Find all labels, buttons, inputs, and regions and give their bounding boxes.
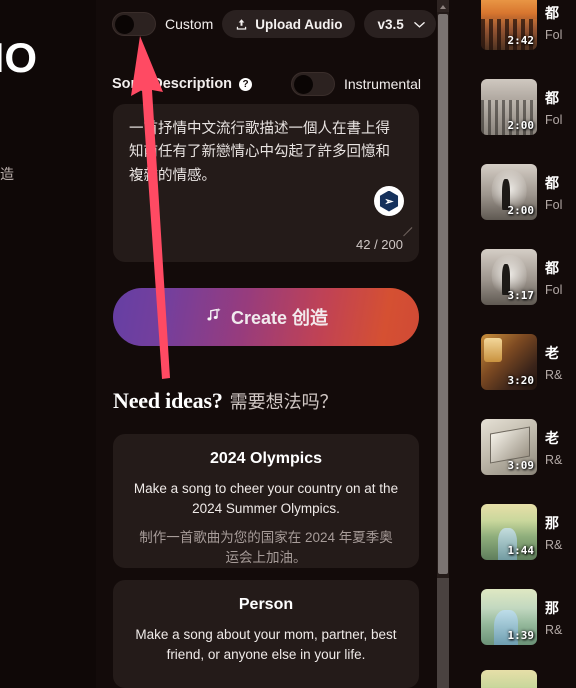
- idea-card-title: Person: [238, 596, 294, 613]
- instrumental-toggle[interactable]: [290, 72, 335, 96]
- song-meta: 老 R&: [545, 343, 576, 382]
- song-list-item[interactable]: 2:00 都 Fol: [481, 164, 576, 220]
- scrollbar-thumb[interactable]: [438, 14, 448, 574]
- song-thumbnail[interactable]: 1:39: [481, 589, 537, 645]
- song-title: 老: [545, 344, 559, 361]
- song-meta: 都 Fol: [545, 173, 576, 212]
- idea-card-olympics[interactable]: 2024 Olympics Make a song to cheer your …: [113, 434, 419, 568]
- grammarly-glyph: ➢: [379, 190, 399, 212]
- song-list-item[interactable]: 2:00 都 Fol: [481, 79, 576, 135]
- upload-audio-button[interactable]: Upload Audio: [222, 10, 356, 38]
- song-thumbnail[interactable]: 3:17: [481, 249, 537, 305]
- song-list-item[interactable]: 3:20 老 R&: [481, 334, 576, 390]
- song-duration: 1:44: [507, 544, 535, 557]
- song-title: 都: [545, 174, 559, 191]
- create-button[interactable]: Create 创造: [113, 288, 419, 346]
- song-style: Fol: [545, 282, 563, 297]
- need-ideas-label-en: Need ideas?: [113, 388, 223, 413]
- grammarly-badge-icon[interactable]: ➢: [374, 186, 404, 216]
- song-list-item[interactable]: [481, 670, 537, 688]
- song-list-item[interactable]: 1:44 那 R&: [481, 504, 576, 560]
- song-description-input[interactable]: 一首抒情中文流行歌描述一個人在書上得知前任有了新戀情心中勾起了許多回憶和複雜的情…: [113, 104, 419, 262]
- song-thumbnail[interactable]: 3:09: [481, 419, 537, 475]
- help-circle-icon[interactable]: ?: [239, 77, 253, 91]
- song-title: 那: [545, 514, 559, 531]
- need-ideas-heading: Need ideas? 需要想法吗？: [113, 388, 338, 414]
- character-counter: 42 / 200: [356, 237, 403, 252]
- song-duration: 2:42: [507, 34, 535, 47]
- song-meta: 老 R&: [545, 428, 576, 467]
- song-list-item[interactable]: 3:09 老 R&: [481, 419, 576, 475]
- song-title: 都: [545, 89, 559, 106]
- song-style: R&: [545, 452, 563, 467]
- song-list-item[interactable]: 1:39 那 R&: [481, 589, 576, 645]
- song-thumbnail[interactable]: 2:00: [481, 79, 537, 135]
- song-duration: 1:39: [507, 629, 535, 642]
- song-list-item[interactable]: 3:17 都 Fol: [481, 249, 576, 305]
- song-thumbnail[interactable]: 1:44: [481, 504, 537, 560]
- song-style: Fol: [545, 27, 563, 42]
- scrollbar-track-lower[interactable]: [437, 578, 449, 688]
- song-style: R&: [545, 622, 563, 637]
- song-meta: 都 Fol: [545, 88, 576, 127]
- song-title: 那: [545, 599, 559, 616]
- song-list-panel: 2:42 都 Fol 2:00 都 Fol 2:00 都 Fol 3:17 都 …: [449, 0, 576, 688]
- thumbnail-art: [481, 670, 537, 688]
- idea-card-description: Make a song to cheer your country on at …: [133, 481, 399, 516]
- song-duration: 2:00: [507, 204, 535, 217]
- toggle-knob: [115, 15, 134, 34]
- song-duration: 3:17: [507, 289, 535, 302]
- song-list-item[interactable]: 2:42 都 Fol: [481, 0, 576, 50]
- song-description-label: Song Description: [112, 76, 233, 92]
- upload-icon: [235, 18, 248, 31]
- chevron-down-icon: [413, 17, 425, 32]
- resize-grip-icon[interactable]: [400, 216, 413, 237]
- custom-mode-toggle[interactable]: [112, 12, 156, 36]
- need-ideas-label-zh: 需要想法吗？: [229, 392, 338, 412]
- suno-logo-cut: NO: [0, 34, 37, 81]
- idea-card-description: Make a song about your mom, partner, bes…: [135, 627, 397, 662]
- model-version-select[interactable]: v3.5: [364, 10, 436, 38]
- create-button-label: Create 创造: [230, 308, 329, 328]
- song-title: 老: [545, 429, 559, 446]
- custom-mode-label: Custom: [165, 16, 214, 32]
- left-nav-sliver: NO 创造: [0, 0, 96, 688]
- song-description-header: Song Description ? Instrumental: [112, 72, 421, 96]
- song-meta: 那 R&: [545, 598, 576, 637]
- song-style: Fol: [545, 197, 563, 212]
- music-note-sparkle-icon: [204, 306, 222, 329]
- song-thumbnail[interactable]: [481, 670, 537, 688]
- toggle-knob: [293, 75, 313, 94]
- song-thumbnail[interactable]: 3:20: [481, 334, 537, 390]
- idea-card-description-zh: 制作一首歌曲为您的国家在 2024 年夏季奥运会上加油。: [139, 529, 393, 566]
- song-meta: 都 Fol: [545, 3, 576, 42]
- song-style: Fol: [545, 112, 563, 127]
- song-title: 都: [545, 4, 559, 21]
- instrumental-control: Instrumental: [290, 72, 421, 96]
- song-duration: 3:20: [507, 374, 535, 387]
- song-meta: 都 Fol: [545, 258, 576, 297]
- song-description-value: 一首抒情中文流行歌描述一個人在書上得知前任有了新戀情心中勾起了許多回憶和複雜的情…: [129, 121, 390, 184]
- scroll-up-arrow-icon[interactable]: [437, 0, 449, 12]
- song-title: 都: [545, 259, 559, 276]
- idea-card-title: 2024 Olympics: [209, 450, 323, 467]
- song-duration: 3:09: [507, 459, 535, 472]
- sidebar-item-create-cut[interactable]: 创造: [0, 164, 14, 184]
- song-style: R&: [545, 367, 563, 382]
- song-style: R&: [545, 537, 563, 552]
- app-root: NO 创造 Custom Upload Audio v3.5: [0, 0, 576, 688]
- create-panel: Custom Upload Audio v3.5 Song Descriptio…: [96, 0, 437, 688]
- song-thumbnail[interactable]: 2:42: [481, 0, 537, 50]
- idea-card-person[interactable]: Person Make a song about your mom, partn…: [113, 580, 419, 688]
- panel-toolbar: Custom Upload Audio v3.5: [112, 10, 436, 38]
- song-meta: 那 R&: [545, 513, 576, 552]
- panel-scrollbar[interactable]: [437, 0, 449, 688]
- song-thumbnail[interactable]: 2:00: [481, 164, 537, 220]
- song-duration: 2:00: [507, 119, 535, 132]
- instrumental-label: Instrumental: [343, 76, 421, 92]
- model-version-label: v3.5: [377, 16, 404, 32]
- upload-audio-label: Upload Audio: [255, 16, 343, 32]
